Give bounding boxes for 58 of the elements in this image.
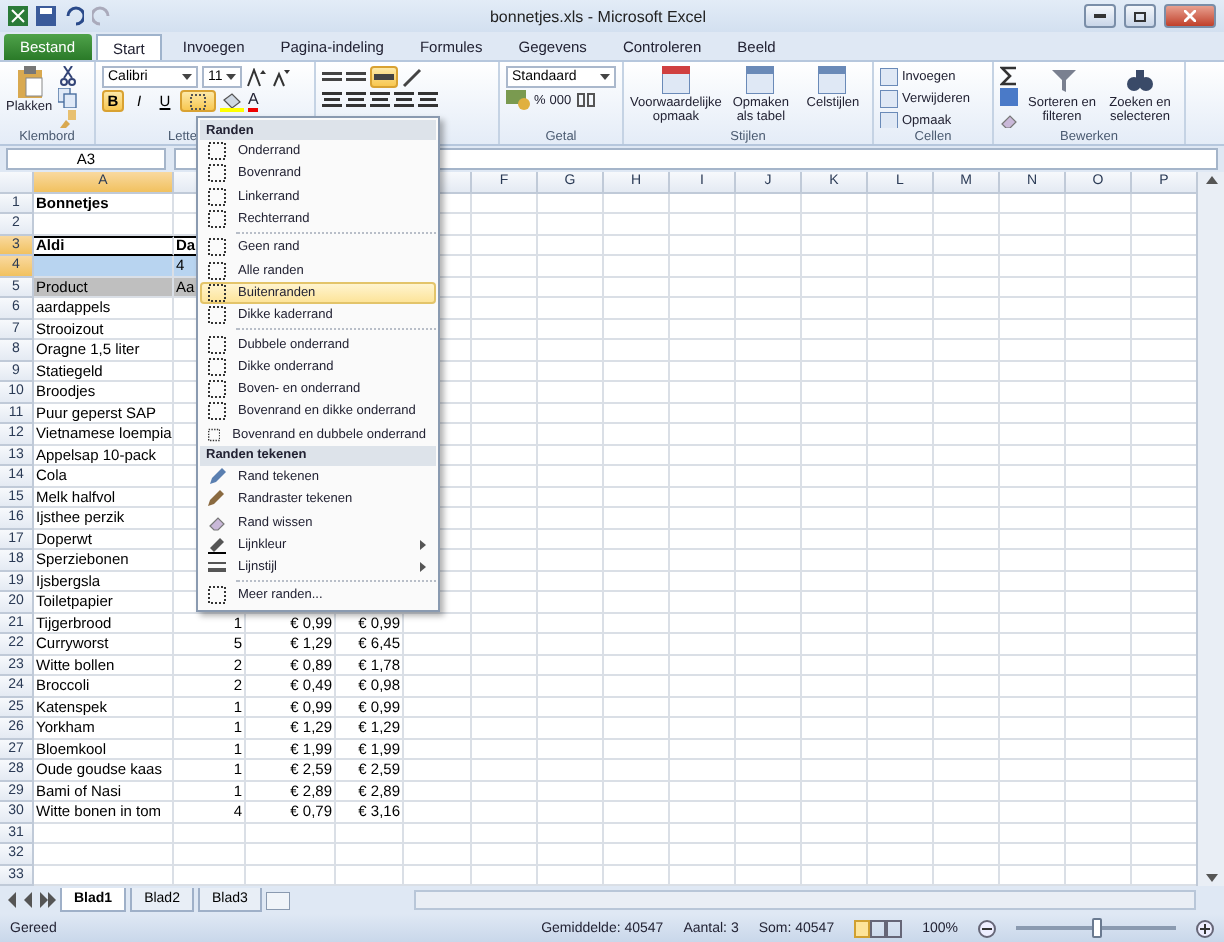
shrink-font-icon xyxy=(270,67,290,87)
maximize-icon xyxy=(1134,11,1146,21)
border-icon xyxy=(190,93,206,109)
currency-icon xyxy=(506,90,530,110)
filter-icon xyxy=(1048,66,1076,94)
align-icon xyxy=(346,90,366,110)
caret-icon xyxy=(600,73,610,81)
maximize-button[interactable] xyxy=(1124,4,1156,28)
align-bottom-button[interactable] xyxy=(370,66,398,88)
down-arrow-icon xyxy=(1205,874,1217,882)
align-icon xyxy=(394,90,414,110)
fill-icon xyxy=(1000,88,1020,108)
excel-icon xyxy=(8,6,28,26)
brush-icon xyxy=(58,110,79,128)
window-title: bonnetjes.xls - Microsoft Excel xyxy=(487,7,709,25)
eraser-icon xyxy=(1000,110,1020,128)
pencil-icon xyxy=(208,535,226,554)
border-icon xyxy=(208,586,226,605)
zoom-out-icon xyxy=(978,919,996,937)
decimal-icon xyxy=(575,90,596,110)
font-color-button[interactable]: A xyxy=(248,91,259,111)
copy-icon xyxy=(58,88,79,108)
align-icon xyxy=(322,90,342,110)
align-bottom-icon xyxy=(374,74,394,80)
binoculars-icon xyxy=(1126,66,1154,94)
table-icon xyxy=(746,66,775,94)
vertical-scrollbar[interactable] xyxy=(1196,172,1224,886)
sum-icon xyxy=(1000,66,1020,86)
close-button[interactable] xyxy=(1164,4,1216,28)
zoom-in-icon xyxy=(1196,919,1214,937)
redo-icon xyxy=(92,6,112,26)
minimize-button[interactable] xyxy=(1084,4,1116,28)
undo-icon xyxy=(64,6,84,26)
align-icon xyxy=(418,90,438,110)
up-arrow-icon xyxy=(1205,176,1217,184)
line-style-icon xyxy=(208,558,226,577)
zoom-thumb[interactable] xyxy=(1091,918,1101,938)
scissors-icon xyxy=(58,66,79,86)
table-icon xyxy=(661,66,690,94)
minimize-icon xyxy=(1094,14,1106,18)
horizontal-scrollbar[interactable] xyxy=(413,890,1196,910)
save-icon xyxy=(36,6,56,26)
normal-view-icon xyxy=(854,919,903,937)
sheet-nav-icon xyxy=(8,892,56,908)
new-sheet-icon xyxy=(265,891,290,909)
fill-bucket-icon xyxy=(220,91,244,111)
align-icon xyxy=(322,67,342,87)
orientation-icon xyxy=(402,67,422,87)
clipboard-icon xyxy=(15,66,44,98)
grow-font-icon xyxy=(246,67,266,87)
eraser-icon xyxy=(208,513,226,532)
table-icon xyxy=(818,66,847,94)
align-icon xyxy=(346,67,366,87)
caret-icon xyxy=(226,73,236,81)
borders-button[interactable] xyxy=(180,90,216,112)
close-icon xyxy=(1184,10,1196,22)
caret-icon xyxy=(182,73,192,81)
align-icon xyxy=(370,90,390,110)
